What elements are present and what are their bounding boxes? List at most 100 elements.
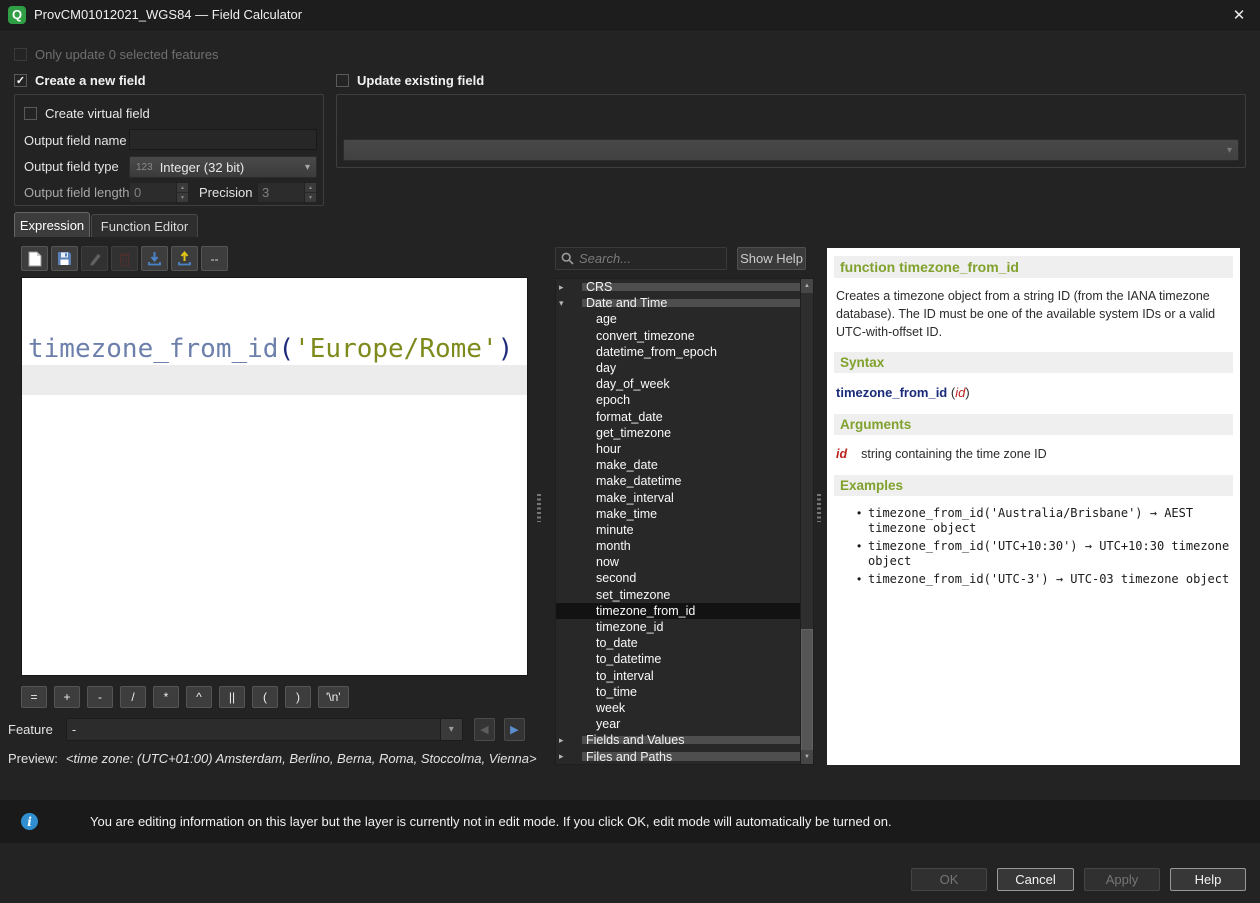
- spin-down-icon[interactable]: ▼: [177, 193, 188, 202]
- apply-button[interactable]: Apply: [1084, 868, 1160, 891]
- spin-down-icon[interactable]: ▼: [305, 193, 316, 202]
- show-help-button[interactable]: Show Help: [737, 247, 806, 270]
- create-virtual-field-checkbox[interactable]: Create virtual field: [24, 106, 150, 121]
- splitter-handle[interactable]: [817, 494, 821, 522]
- tree-group-fields-and-values[interactable]: ▸ Fields and Values: [556, 732, 800, 748]
- tree-item-format-date[interactable]: format_date: [556, 409, 800, 425]
- scroll-up-icon[interactable]: ▲: [801, 279, 813, 293]
- scroll-down-icon[interactable]: ▼: [801, 750, 813, 764]
- tree-item-day[interactable]: day: [556, 360, 800, 376]
- cancel-button[interactable]: Cancel: [997, 868, 1074, 891]
- tree-item-make-interval[interactable]: make_interval: [556, 489, 800, 505]
- previous-feature-button[interactable]: ◀: [474, 718, 495, 741]
- tree-item-set-timezone[interactable]: set_timezone: [556, 587, 800, 603]
- export-expression-button[interactable]: [171, 246, 198, 271]
- new-expression-button[interactable]: [21, 246, 48, 271]
- output-field-length-spinbox[interactable]: 0 ▲ ▼: [129, 182, 189, 203]
- tree-item-month[interactable]: month: [556, 538, 800, 554]
- close-icon[interactable]: ✕: [1228, 4, 1250, 26]
- tree-item-day-of-week[interactable]: day_of_week: [556, 376, 800, 392]
- tree-item-to-date[interactable]: to_date: [556, 635, 800, 651]
- tree-row-label: Fields and Values: [586, 733, 684, 747]
- tree-scrollbar[interactable]: ▲ ▼: [800, 279, 813, 764]
- function-search-box[interactable]: [555, 247, 727, 270]
- chevron-right-icon[interactable]: ▸: [559, 282, 571, 293]
- tree-item-epoch[interactable]: epoch: [556, 392, 800, 408]
- search-input[interactable]: [579, 251, 709, 266]
- output-field-name-input[interactable]: [129, 129, 317, 150]
- checkbox-box[interactable]: [336, 74, 349, 87]
- checkbox-box[interactable]: [14, 48, 27, 61]
- operator-button[interactable]: ||: [219, 686, 245, 708]
- tree-row-label: set_timezone: [596, 588, 670, 602]
- chevron-down-icon[interactable]: ▾: [440, 719, 462, 740]
- tree-item-make-date[interactable]: make_date: [556, 457, 800, 473]
- checkbox-box[interactable]: [24, 107, 37, 120]
- spin-up-icon[interactable]: ▲: [305, 183, 316, 193]
- tree-item-now[interactable]: now: [556, 554, 800, 570]
- import-expression-button[interactable]: [141, 246, 168, 271]
- tree-item-second[interactable]: second: [556, 570, 800, 586]
- field-calculator-dialog: Q ProvCM01012021_WGS84 — Field Calculato…: [0, 0, 1260, 903]
- tree-item-to-time[interactable]: to_time: [556, 684, 800, 700]
- save-expression-button[interactable]: [51, 246, 78, 271]
- operator-button[interactable]: =: [21, 686, 47, 708]
- chevron-down-icon[interactable]: ▾: [559, 298, 571, 309]
- tree-item-get-timezone[interactable]: get_timezone: [556, 425, 800, 441]
- chevron-right-icon[interactable]: ▸: [559, 751, 571, 762]
- scrollbar-thumb[interactable]: [801, 629, 813, 751]
- operator-button[interactable]: '\n': [318, 686, 349, 708]
- tree-group-crs[interactable]: ▸CRS: [556, 279, 800, 295]
- tree-row-label: age: [596, 312, 617, 326]
- tree-item-to-datetime[interactable]: to_datetime: [556, 651, 800, 667]
- expression-help-button[interactable]: --: [201, 246, 228, 271]
- create-new-field-checkbox[interactable]: ✓ Create a new field: [14, 73, 146, 88]
- tree-row-label: Files and Paths: [586, 750, 672, 764]
- existing-field-dropdown[interactable]: ▾: [343, 139, 1239, 161]
- tab-expression[interactable]: Expression: [14, 212, 90, 237]
- splitter-handle[interactable]: [537, 494, 541, 522]
- tree-item-hour[interactable]: hour: [556, 441, 800, 457]
- tree-item-to-interval[interactable]: to_interval: [556, 668, 800, 684]
- tree-item-week[interactable]: week: [556, 700, 800, 716]
- tree-item-make-datetime[interactable]: make_datetime: [556, 473, 800, 489]
- tree-item-minute[interactable]: minute: [556, 522, 800, 538]
- operator-button[interactable]: *: [153, 686, 179, 708]
- spin-up-icon[interactable]: ▲: [177, 183, 188, 193]
- tab-function-editor[interactable]: Function Editor: [91, 214, 198, 237]
- help-button[interactable]: Help: [1170, 868, 1246, 891]
- chevron-down-icon: ▾: [305, 162, 310, 173]
- tree-item-datetime-from-epoch[interactable]: datetime_from_epoch: [556, 344, 800, 360]
- next-feature-button[interactable]: ▶: [504, 718, 525, 741]
- tree-group-files-and-paths[interactable]: ▸ Files and Paths: [556, 748, 800, 764]
- delete-expression-button[interactable]: [111, 246, 138, 271]
- tree-item-timezone-from-id[interactable]: timezone_from_id: [556, 603, 800, 619]
- only-update-selected-checkbox[interactable]: Only update 0 selected features: [14, 47, 219, 62]
- expression-editor[interactable]: timezone_from_id('Europe/Rome'): [21, 277, 528, 676]
- expression-code-line[interactable]: timezone_from_id('Europe/Rome'): [22, 334, 527, 365]
- edit-expression-button[interactable]: [81, 246, 108, 271]
- update-existing-field-checkbox[interactable]: Update existing field: [336, 73, 484, 88]
- output-field-type-dropdown[interactable]: 123 Integer (32 bit) ▾: [129, 156, 317, 178]
- tree-row-label: timezone_from_id: [596, 604, 695, 618]
- tree-item-age[interactable]: age: [556, 311, 800, 327]
- checkbox-checked-box[interactable]: ✓: [14, 74, 27, 87]
- feature-dropdown[interactable]: - ▾: [66, 718, 463, 741]
- tree-row-label: year: [596, 717, 620, 731]
- tree-group-date-and-time[interactable]: ▾Date and Time: [556, 295, 800, 311]
- tree-row-label: timezone_id: [596, 620, 663, 634]
- tree-item-convert-timezone[interactable]: convert_timezone: [556, 328, 800, 344]
- precision-spinbox[interactable]: 3 ▲ ▼: [257, 182, 317, 203]
- operator-button[interactable]: /: [120, 686, 146, 708]
- info-message: You are editing information on this laye…: [90, 814, 892, 829]
- operator-button[interactable]: +: [54, 686, 80, 708]
- operator-button[interactable]: ): [285, 686, 311, 708]
- operator-button[interactable]: (: [252, 686, 278, 708]
- chevron-right-icon[interactable]: ▸: [559, 735, 571, 746]
- operator-button[interactable]: -: [87, 686, 113, 708]
- tree-item-make-time[interactable]: make_time: [556, 506, 800, 522]
- tree-item-year[interactable]: year: [556, 716, 800, 732]
- ok-button[interactable]: OK: [911, 868, 987, 891]
- tree-item-timezone-id[interactable]: timezone_id: [556, 619, 800, 635]
- operator-button[interactable]: ^: [186, 686, 212, 708]
